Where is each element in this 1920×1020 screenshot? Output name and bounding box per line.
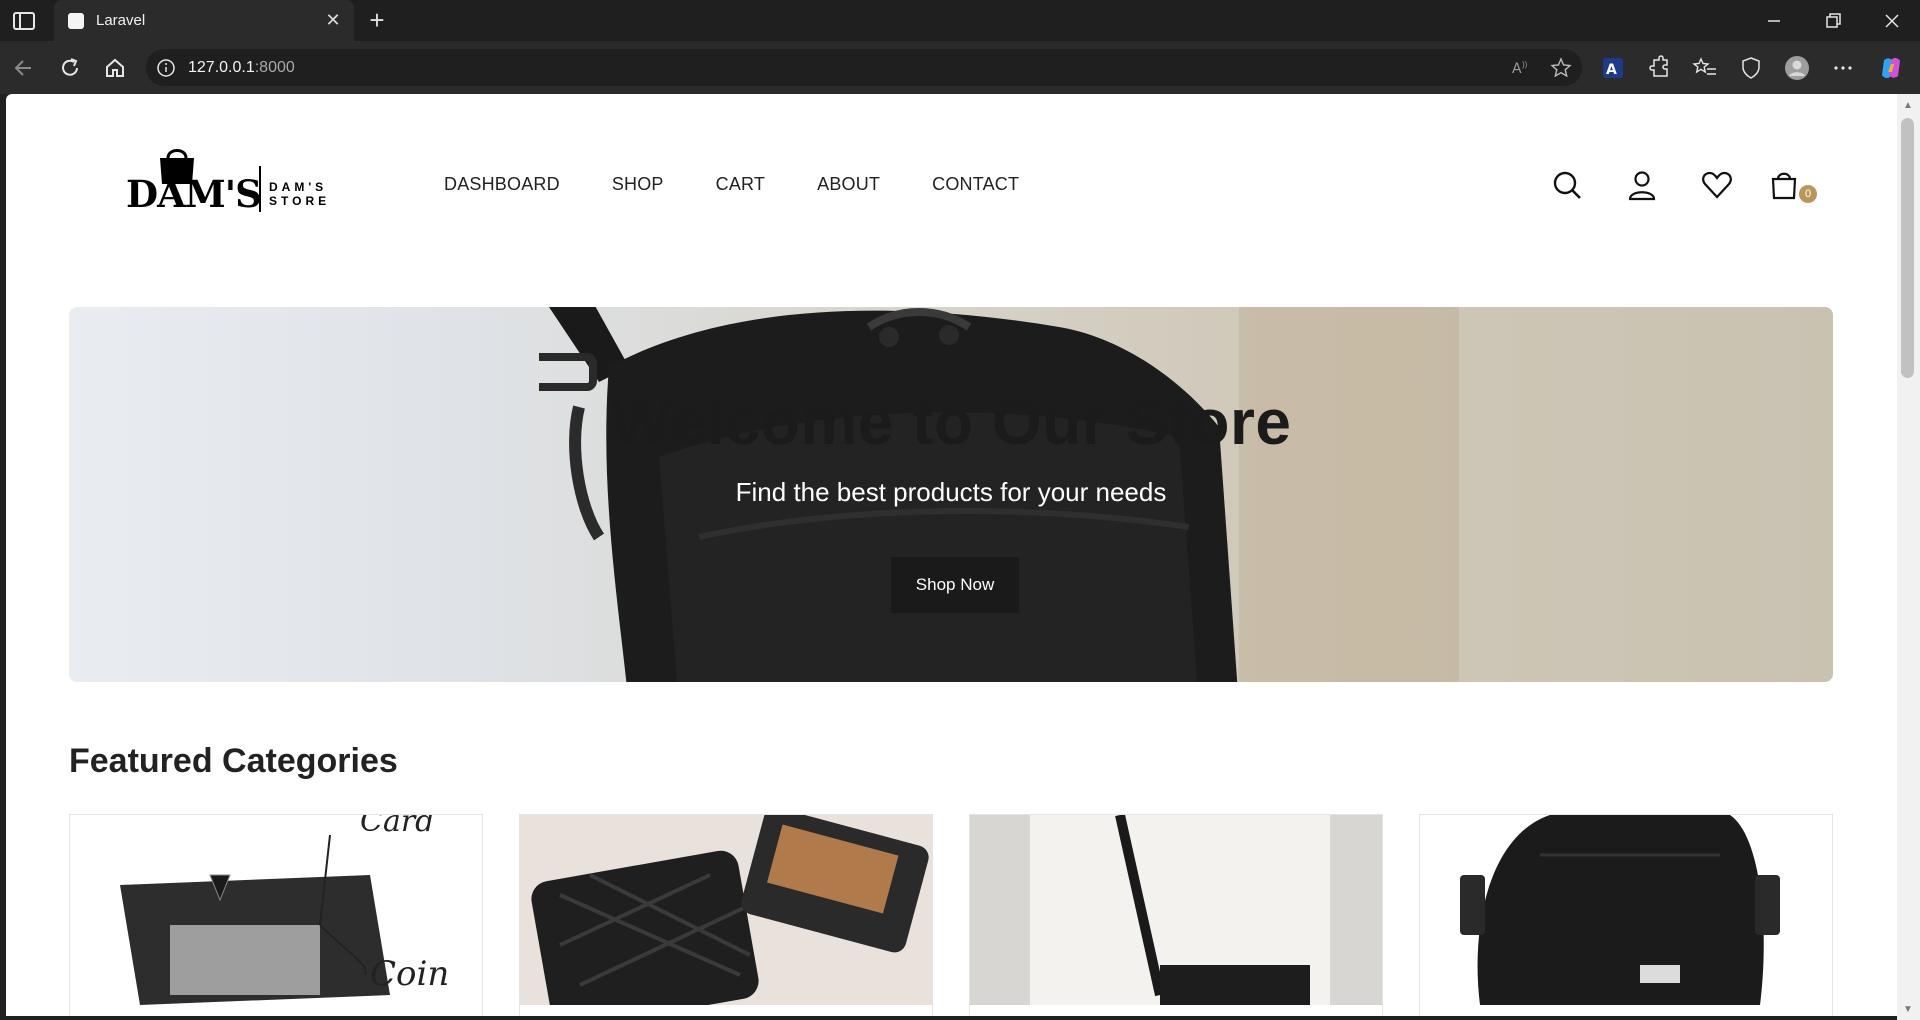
extensions-icon[interactable] [1646,55,1672,81]
profile-avatar-icon[interactable] [1784,55,1810,81]
hero-title: Welcome to Our Store [610,386,1292,458]
nav-contact[interactable]: CONTACT [932,174,1019,195]
restore-icon[interactable] [1819,8,1847,34]
category-card-quilted-wallet-image [520,815,932,1005]
close-tab-icon[interactable]: ✕ [322,9,344,31]
category-card-backpack-image [1420,815,1832,1005]
translator-extension-icon[interactable]: A [1600,55,1626,81]
nav-shop[interactable]: SHOP [612,174,664,195]
search-icon[interactable] [1551,169,1583,201]
back-icon[interactable] [9,53,39,83]
sidebar-toggle-icon[interactable] [12,10,36,32]
nav-dashboard[interactable]: DASHBOARD [444,174,560,195]
nav-cart[interactable]: CART [716,174,765,195]
category-card[interactable] [519,814,933,1016]
favorite-star-icon[interactable] [1550,57,1572,79]
store-logo[interactable]: DAM'S DAM'S STORE [121,144,336,216]
site-info-icon[interactable] [156,58,176,78]
main-navigation: DASHBOARD SHOP CART ABOUT CONTACT [444,174,1071,195]
category-card-crossbody-image [970,815,1382,1005]
browser-toolbar: 127.0.0.1:8000 A)) A [0,41,1920,94]
tab-title: Laravel [96,12,146,29]
address-bar[interactable]: 127.0.0.1:8000 A)) [146,49,1582,86]
scrollbar-thumb[interactable] [1901,118,1914,378]
new-tab-icon[interactable]: + [364,7,390,33]
cart-bag-icon[interactable] [1768,169,1800,201]
reload-icon[interactable] [55,53,85,83]
featured-categories-heading: Featured Categories [69,742,398,780]
home-icon[interactable] [100,53,130,83]
coin-label-text: Coin [370,954,449,994]
scroll-down-icon[interactable]: ▼ [1902,1004,1914,1016]
scroll-up-icon[interactable]: ▲ [1902,100,1914,112]
copilot-icon[interactable] [1878,55,1904,81]
browser-essentials-shield-icon[interactable] [1738,55,1764,81]
url-text: 127.0.0.1:8000 [188,59,295,76]
svg-text:A: A [1606,62,1617,78]
hero-banner: Welcome to Our Store Find the best produ… [69,307,1833,682]
nav-about[interactable]: ABOUT [817,174,880,195]
category-card-wallet-image: Card Coin [70,815,482,1005]
logo-wordmark: DAM'S [126,172,262,216]
category-card[interactable] [969,814,1383,1016]
page-viewport: DAM'S DAM'S STORE DASHBOARD SHOP CART AB… [6,94,1897,1016]
wishlist-heart-icon[interactable] [1701,169,1733,201]
svg-text:A: A [1512,61,1522,77]
account-icon[interactable] [1626,169,1658,201]
cart-count-badge: 0 [1799,185,1817,203]
logo-subtitle: DAM'S STORE [269,180,331,208]
category-card[interactable]: Card Coin [69,814,483,1016]
hero-subtitle: Find the best products for your needs [735,477,1167,507]
browser-tab[interactable]: Laravel ✕ [54,0,354,41]
shop-now-button[interactable]: Shop Now [891,557,1019,613]
close-window-icon[interactable] [1878,8,1906,34]
card-label-text: Card [360,815,434,839]
category-card[interactable] [1419,814,1833,1016]
tab-favicon-icon [68,13,84,29]
logo-divider [259,166,261,212]
read-aloud-icon[interactable]: A)) [1510,57,1532,79]
browser-tab-bar: Laravel ✕ + [0,0,1920,41]
more-options-icon[interactable] [1830,55,1856,81]
favorites-icon[interactable] [1692,55,1718,81]
minimize-icon[interactable] [1760,8,1788,34]
svg-text:)): )) [1522,60,1528,69]
